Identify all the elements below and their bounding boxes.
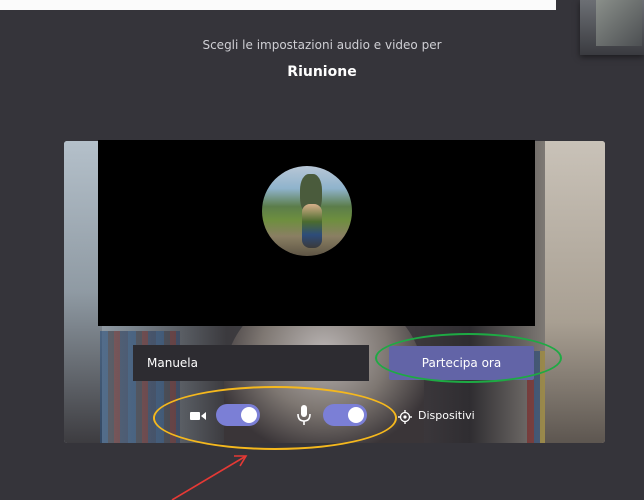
join-highlight-ellipse (375, 333, 562, 383)
avatar (262, 166, 352, 256)
controls-highlight-ellipse (153, 386, 397, 450)
devices-button[interactable]: Dispositivi (418, 409, 475, 422)
preview-wall-right (545, 141, 605, 443)
gear-icon[interactable] (398, 410, 412, 424)
name-field[interactable] (133, 345, 369, 381)
top-window-strip (0, 0, 556, 10)
settings-subtitle: Scegli le impostazioni audio e video per (202, 38, 442, 52)
red-arrow-annotation (171, 455, 248, 500)
preview-wall-left (64, 141, 102, 443)
meeting-title: Riunione (287, 64, 357, 80)
avatar-person (302, 204, 322, 248)
